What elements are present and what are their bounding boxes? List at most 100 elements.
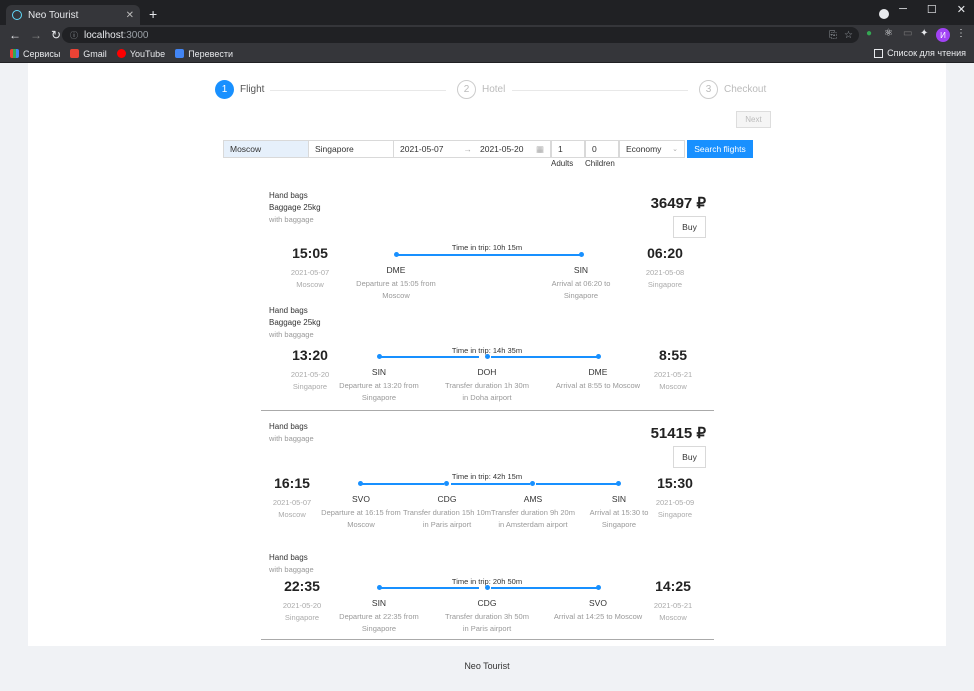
- route-line: [360, 483, 444, 485]
- baggage-info: Hand bags with baggage: [269, 422, 314, 443]
- route-stop: DME Departure at 15:05 from Moscow: [356, 265, 436, 300]
- arrival-time: 8:55 2021-05-21 Moscow: [653, 347, 693, 391]
- arrival-time: 14:25 2021-05-21 Moscow: [653, 578, 693, 622]
- address-bar[interactable]: ⓘ localhost:3000 ⎘ ☆: [62, 27, 859, 43]
- bookmark-translate[interactable]: Перевести: [175, 49, 233, 59]
- route-stop: CDG Transfer duration 3h 50m in Paris air…: [445, 598, 529, 633]
- departure-time: 15:05 2021-05-07 Moscow: [290, 245, 330, 289]
- offer-price: 51415 ₽: [650, 425, 706, 442]
- route-stop: SVO Arrival at 14:25 to Moscow: [553, 598, 643, 621]
- offer-divider: [261, 639, 714, 640]
- browser-tab-strip: Neo Tourist ✕ + ─ ☐ ✕: [0, 0, 974, 25]
- maximize-icon[interactable]: ☐: [927, 3, 937, 16]
- bookmarks-bar: Сервисы Gmail YouTube Перевести Список д…: [0, 45, 974, 63]
- route-dot: [579, 252, 584, 257]
- date-to: 2021-05-20: [479, 144, 524, 154]
- route-dot: [485, 354, 490, 359]
- step-connector: [270, 90, 446, 91]
- route-stop: DOH Transfer duration 1h 30m in Doha airp…: [445, 367, 529, 402]
- children-input[interactable]: 0: [585, 140, 619, 158]
- date-range-picker[interactable]: 2021-05-07 → 2021-05-20 ▦: [393, 140, 551, 158]
- flight-offer: Hand bags Baggage 25kg with baggage 3649…: [261, 190, 714, 410]
- url-host: localhost: [84, 29, 124, 41]
- departure-time: 22:35 2021-05-20 Singapore: [282, 578, 322, 622]
- reload-icon[interactable]: ↻: [51, 28, 61, 42]
- forward-icon[interactable]: →: [30, 28, 42, 42]
- translate-icon[interactable]: ⎘: [829, 30, 837, 41]
- buy-button[interactable]: Buy: [673, 216, 706, 238]
- main-page: 1 Flight 2 Hotel 3 Checkout Next Moscow Sin…: [28, 63, 946, 646]
- next-button[interactable]: Next: [736, 111, 771, 128]
- route-dot: [530, 481, 535, 486]
- apps-grid-icon: [10, 49, 19, 58]
- extension-icon[interactable]: ▭: [903, 28, 912, 39]
- calendar-icon: ▦: [535, 143, 544, 154]
- route-line: [536, 483, 619, 485]
- route-dot: [394, 252, 399, 257]
- route-line: [491, 587, 599, 589]
- baggage-info: Hand bags Baggage 25kg with baggage: [269, 191, 321, 224]
- react-devtools-icon[interactable]: ⚛: [884, 28, 893, 39]
- bookmark-star-icon[interactable]: ☆: [844, 30, 853, 41]
- step-flight[interactable]: 1 Flight: [215, 80, 264, 99]
- route-dot: [358, 481, 363, 486]
- close-tab-icon[interactable]: ✕: [126, 10, 134, 21]
- booking-steps: 1 Flight 2 Hotel 3 Checkout: [215, 80, 770, 100]
- profile-avatar[interactable]: И: [936, 28, 950, 42]
- back-icon[interactable]: ←: [9, 28, 21, 42]
- reading-list-icon: [874, 48, 884, 58]
- bookmark-apps[interactable]: Сервисы: [10, 49, 60, 59]
- translate-icon: [175, 49, 185, 58]
- bookmark-gmail[interactable]: Gmail: [70, 49, 107, 59]
- route-stop: DME Arrival at 8:55 to Moscow: [555, 367, 641, 390]
- adults-input[interactable]: 1: [551, 140, 585, 158]
- react-favicon-icon: [12, 10, 22, 20]
- route-dot: [377, 354, 382, 359]
- cabin-class-select[interactable]: Economy ⌄: [619, 140, 685, 158]
- url-port: :3000: [123, 29, 149, 41]
- minimize-icon[interactable]: ─: [899, 3, 907, 16]
- from-city-input[interactable]: Moscow: [223, 140, 309, 158]
- more-menu-icon[interactable]: ⋮: [956, 28, 966, 39]
- adults-label: Adults: [551, 159, 574, 168]
- route-dot: [485, 585, 490, 590]
- baggage-info: Hand bags Baggage 25kg with baggage: [269, 306, 321, 339]
- page-footer: Neo Tourist: [0, 646, 974, 691]
- tab-title: Neo Tourist: [28, 9, 79, 21]
- baggage-info: Hand bags with baggage: [269, 553, 314, 574]
- new-tab-icon[interactable]: +: [149, 6, 157, 22]
- profile-indicator-icon[interactable]: [879, 9, 889, 19]
- route-dot: [596, 585, 601, 590]
- route-line: [451, 483, 530, 485]
- route-stop: AMS Transfer duration 9h 20m in Amsterdam…: [491, 494, 575, 529]
- chevron-down-icon: ⌄: [672, 146, 678, 153]
- buy-button[interactable]: Buy: [673, 446, 706, 468]
- arrival-time: 06:20 2021-05-08 Singapore: [645, 245, 685, 289]
- search-flights-button[interactable]: Search flights: [687, 140, 753, 158]
- reading-list[interactable]: Список для чтения: [874, 48, 966, 58]
- puzzle-icon[interactable]: ✦: [920, 28, 928, 39]
- flight-offer: Hand bags with baggage 51415 ₽ Buy 16:15…: [261, 421, 714, 641]
- route-dot: [377, 585, 382, 590]
- close-window-icon[interactable]: ✕: [957, 3, 966, 16]
- arrow-right-icon: →: [463, 144, 472, 154]
- route-stop: CDG Transfer duration 15h 10m in Paris ai…: [402, 494, 492, 529]
- step-checkout[interactable]: 3 Checkout: [699, 80, 766, 99]
- route-stop: SIN Departure at 22:35 from Singapore: [339, 598, 419, 633]
- arrival-time: 15:30 2021-05-09 Singapore: [655, 475, 695, 519]
- offer-price: 36497 ₽: [650, 195, 706, 212]
- browser-toolbar: ← → ↻ ⓘ localhost:3000 ⎘ ☆ ● ⚛ ▭ ✦ ⋮: [0, 25, 974, 45]
- date-from: 2021-05-07: [400, 144, 444, 154]
- extension-icon[interactable]: ●: [866, 28, 872, 39]
- step-hotel[interactable]: 2 Hotel: [457, 80, 505, 99]
- step-connector: [512, 90, 688, 91]
- route-line: [396, 254, 581, 256]
- offer-divider: [261, 410, 714, 411]
- route-line: [491, 356, 599, 358]
- bookmark-youtube[interactable]: YouTube: [116, 49, 165, 59]
- route-dot: [596, 354, 601, 359]
- to-city-input[interactable]: Singapore: [308, 140, 394, 158]
- browser-tab[interactable]: Neo Tourist ✕: [6, 5, 140, 25]
- info-icon[interactable]: ⓘ: [70, 30, 78, 41]
- children-label: Children: [585, 159, 615, 168]
